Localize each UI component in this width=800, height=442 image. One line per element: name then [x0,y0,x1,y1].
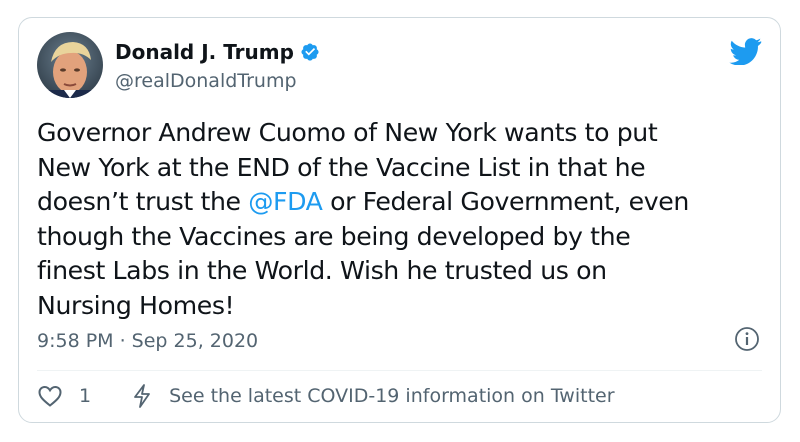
like-count: 1 [79,385,92,407]
tweet-actions: 1 See the latest COVID-19 information on… [37,383,615,409]
bolt-icon[interactable] [131,383,153,409]
tweet-text-line: doesn’t trust the @FDA or Federal Govern… [37,185,757,220]
author-handle[interactable]: @realDonaldTrump [115,70,297,92]
tweet-text-segment: or Federal Government, even [322,187,689,216]
twitter-bird-icon[interactable] [729,38,762,65]
tweet-text-segment: doesn’t trust the [37,187,249,216]
heart-icon[interactable] [37,384,63,408]
info-icon[interactable] [734,326,760,352]
divider [37,370,762,371]
tweet-text: Governor Andrew Cuomo of New York wants … [37,116,757,323]
covid-info-link[interactable]: See the latest COVID-19 information on T… [169,385,614,407]
tweet-card[interactable]: Donald J. Trump @realDonaldTrump Governo… [18,17,781,423]
tweet-timestamp[interactable]: 9:58 PM · Sep 25, 2020 [37,330,258,352]
tweet-text-line: though the Vaccines are being developed … [37,221,631,251]
tweet-text-line: finest Labs in the World. Wish he truste… [37,256,607,285]
author-name-row[interactable]: Donald J. Trump [115,40,320,64]
verified-badge-icon [301,43,319,61]
author-display-name[interactable]: Donald J. Trump [115,40,294,64]
tweet-text-line: Nursing Homes! [37,290,235,320]
tweet-text-line: Governor Andrew Cuomo of New York wants … [37,118,658,147]
avatar[interactable] [37,32,103,98]
tweet-text-line: New York at the END of the Vaccine List … [37,152,646,182]
fda-mention-link[interactable]: @FDA [248,187,323,216]
